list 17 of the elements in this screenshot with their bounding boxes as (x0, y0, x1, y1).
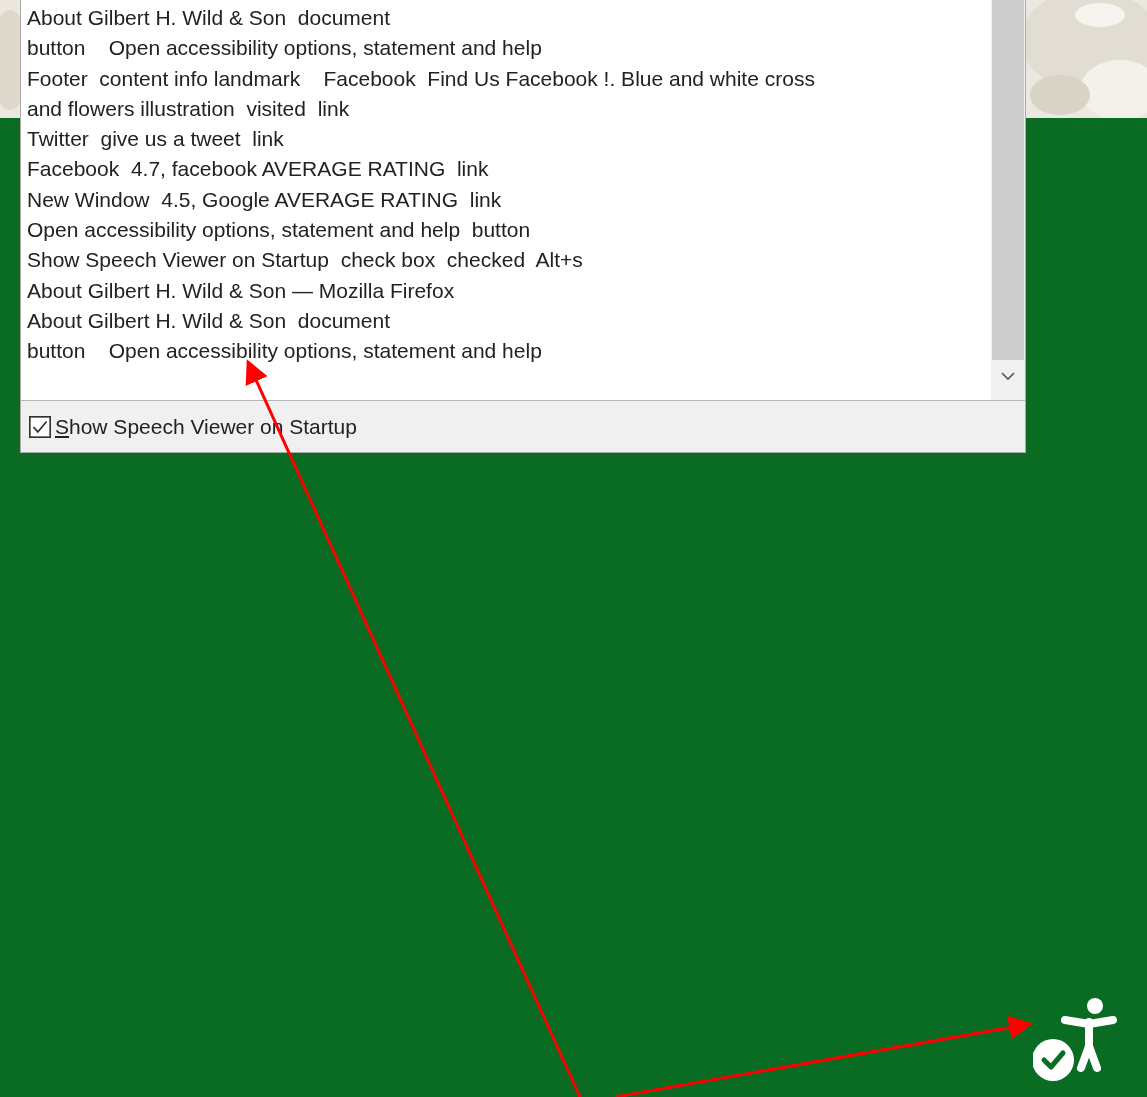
accessibility-icon[interactable] (1033, 998, 1117, 1082)
speech-line: Twitter give us a tweet link (27, 126, 285, 153)
speech-line: New Window 4.5, Google AVERAGE RATING link (27, 186, 503, 213)
speech-line: About Gilbert H. Wild & Son document (27, 5, 391, 31)
scrollbar[interactable] (991, 0, 1025, 400)
checkbox[interactable] (29, 415, 51, 438)
scroll-thumb[interactable] (992, 0, 1024, 360)
scroll-down-icon[interactable] (1001, 372, 1015, 381)
speech-line: About Gilbert H. Wild & Son — Mozilla Firefox (27, 277, 456, 304)
speech-line: Facebook 4.7, facebook AVERAGE RATING link (27, 156, 490, 183)
speech-line: Open accessibility options, statement and help button (27, 217, 532, 244)
speech-line: Show Speech Viewer on Startup check box checked Alt+s (27, 247, 584, 274)
speech-line: button Open accessibility options, statement and help (27, 338, 543, 365)
speech-line: and flowers illustration visited link (27, 95, 351, 122)
speech-line: button Open accessibility options, statement and help (27, 35, 543, 62)
speech-line: Footer content info landmark Facebook Find Us Facebook !. Blue and white cross (27, 65, 816, 92)
speech-line: About Gilbert H. Wild & Son document (27, 307, 391, 334)
